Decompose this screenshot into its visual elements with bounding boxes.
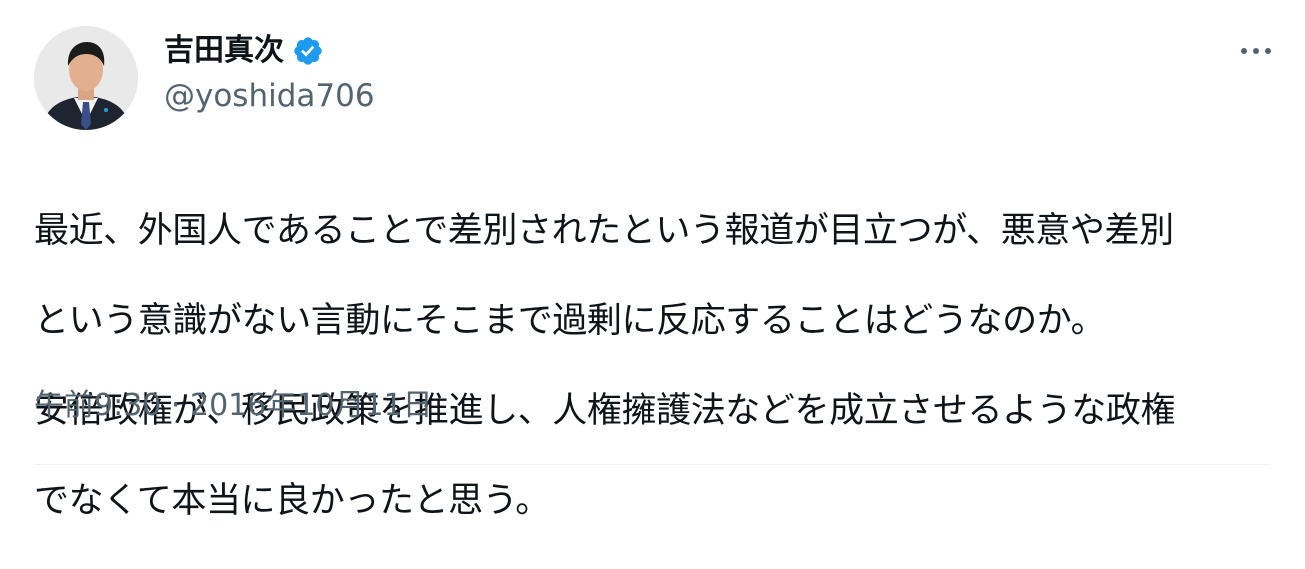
tweet-date: 2016年10月11日 (189, 388, 433, 423)
author-name[interactable]: 吉田真次 (164, 31, 284, 71)
verified-badge-icon (292, 35, 324, 67)
avatar-photo (34, 26, 138, 130)
tweet-time: 午前9:30 (34, 388, 162, 423)
divider (34, 464, 1271, 465)
author-handle[interactable]: @yoshida706 (164, 76, 375, 116)
tweet-text-line: という意識がない言動にそこまで過剰に反応することはどうなのか。 (34, 301, 1106, 341)
author-name-row: 吉田真次 (164, 30, 324, 72)
tweet-text-line: でなくて本当に良かったと思う。 (34, 481, 550, 521)
author-avatar[interactable] (34, 26, 138, 130)
more-options-icon[interactable] (1236, 38, 1276, 64)
tweet-card: 吉田真次 @yoshida706 最近、外国人であることで差別されたという報道が… (0, 0, 1305, 521)
tweet-text: 最近、外国人であることで差別されたという報道が目立つが、悪意や差別 という意識が… (34, 164, 1279, 569)
tweet-timestamp[interactable]: 午前9:30 · 2016年10月11日 (34, 386, 433, 426)
timestamp-separator: · (161, 388, 190, 423)
tweet-text-line: 最近、外国人であることで差別されたという報道が目立つが、悪意や差別 (34, 211, 1174, 251)
